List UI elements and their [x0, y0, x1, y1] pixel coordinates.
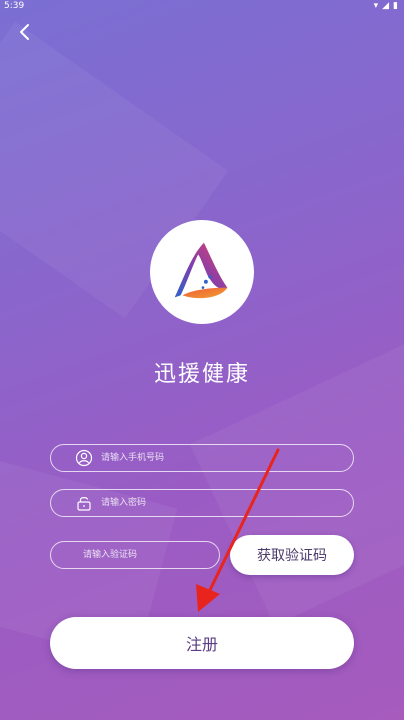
status-icons: ▾ ◢ ▮: [374, 1, 398, 11]
chevron-left-icon: [20, 24, 29, 40]
wifi-icon: ▾: [373, 1, 379, 11]
verification-code-input[interactable]: [81, 549, 219, 561]
app-logo: [150, 220, 254, 324]
back-button[interactable]: [10, 18, 38, 46]
status-bar: 5:39 ▾ ◢ ▮: [0, 0, 404, 14]
register-button[interactable]: 注册: [50, 617, 354, 669]
battery-icon: ▮: [393, 1, 398, 11]
phone-input[interactable]: [99, 452, 353, 464]
verification-code-field[interactable]: [50, 541, 220, 569]
status-time: 5:39: [4, 1, 25, 11]
logo-a-icon: [174, 242, 228, 299]
password-input[interactable]: [99, 497, 353, 509]
signal-icon: ◢: [382, 1, 390, 11]
password-field[interactable]: [50, 489, 354, 517]
lock-icon: [75, 494, 93, 512]
get-verification-code-button[interactable]: 获取验证码: [230, 535, 354, 575]
app-title: 迅援健康: [153, 362, 250, 387]
user-icon: [75, 449, 93, 467]
phone-field[interactable]: [50, 444, 354, 472]
